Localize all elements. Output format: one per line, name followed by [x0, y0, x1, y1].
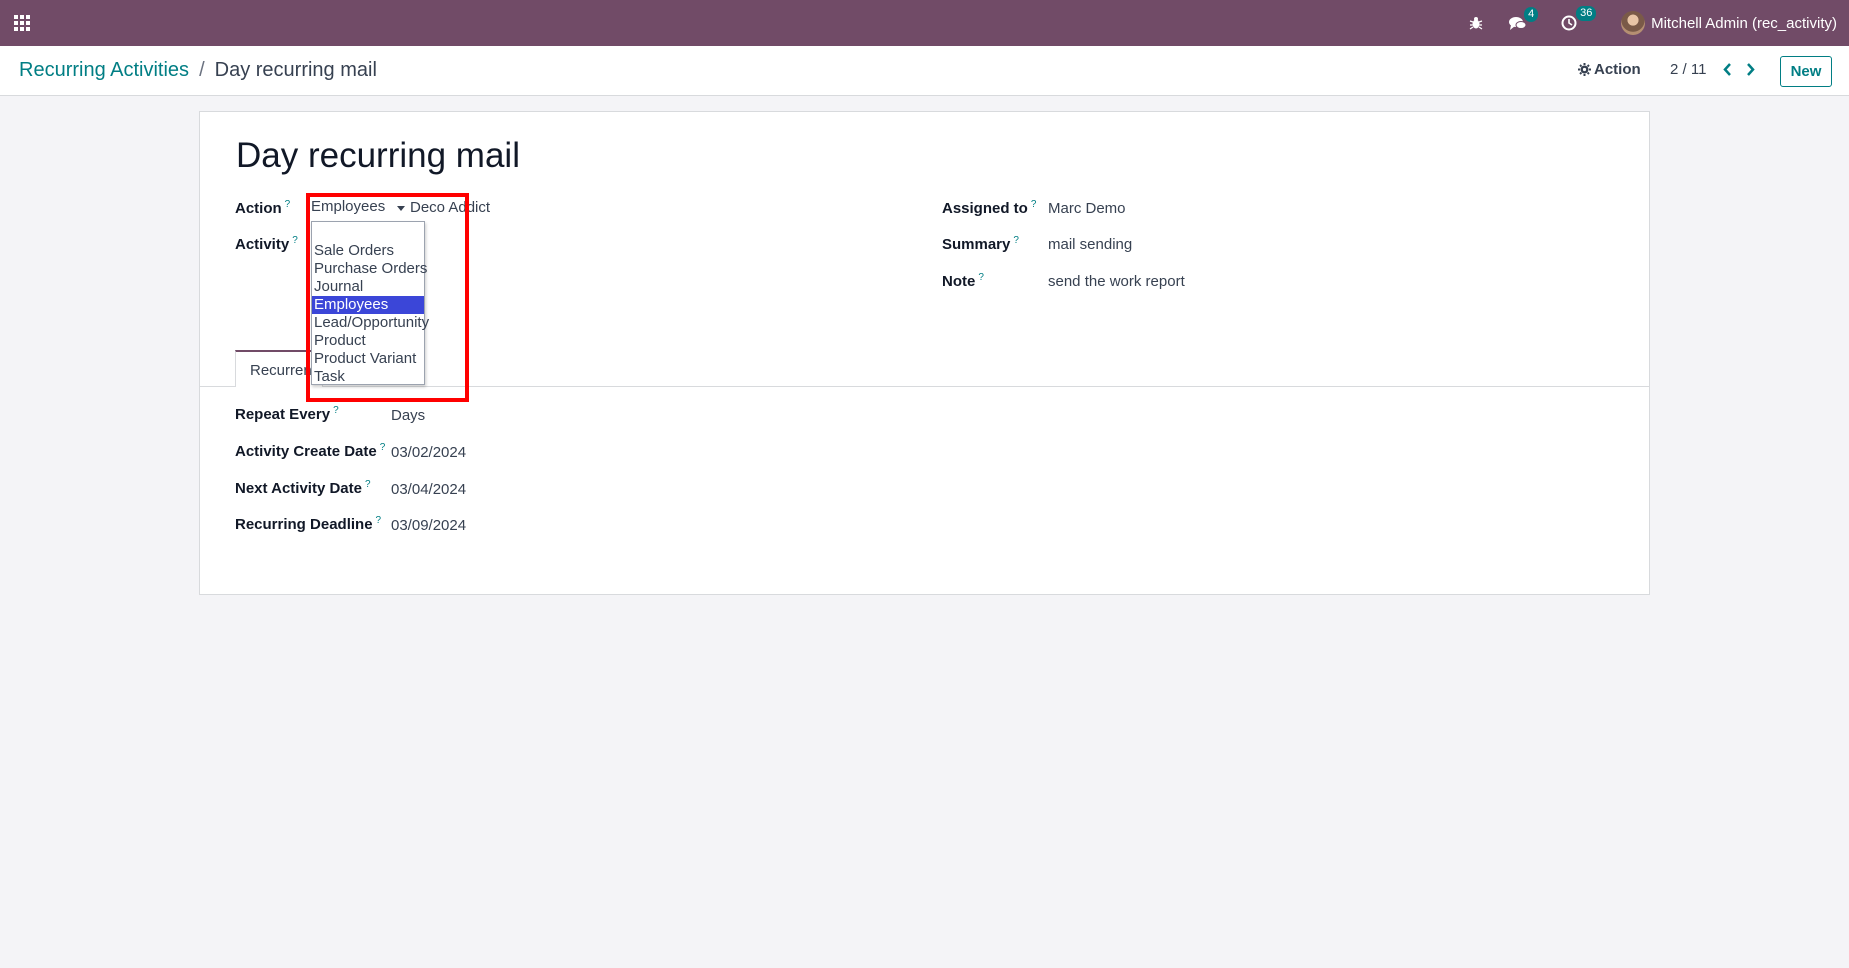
breadcrumb-separator: /	[199, 59, 205, 81]
dropdown-option[interactable]: Purchase Orders	[312, 260, 427, 278]
note-value[interactable]: send the work report	[1048, 273, 1185, 290]
next-activity-date-value[interactable]: 03/04/2024	[391, 481, 466, 498]
breadcrumb: Recurring Activities / Day recurring mai…	[19, 59, 377, 82]
dropdown-option[interactable]: Product Variant	[312, 350, 424, 368]
help-tooltip-icon[interactable]: ?	[380, 442, 386, 453]
assigned-to-value[interactable]: Marc Demo	[1048, 200, 1126, 217]
caret-down-icon	[397, 206, 405, 211]
breadcrumb-parent-link[interactable]: Recurring Activities	[19, 59, 189, 82]
action-menu-label: Action	[1594, 61, 1641, 78]
action-reference-input[interactable]: Deco Addict	[410, 199, 490, 216]
dropdown-option[interactable]: Employees	[312, 296, 424, 314]
control-panel: Recurring Activities / Day recurring mai…	[0, 46, 1849, 96]
note-label: Note?	[942, 272, 984, 290]
help-tooltip-icon[interactable]: ?	[376, 515, 382, 526]
next-activity-date-label: Next Activity Date?	[235, 479, 371, 497]
summary-value[interactable]: mail sending	[1048, 236, 1132, 253]
dropdown-option[interactable]: Product	[312, 332, 424, 350]
new-record-button[interactable]: New	[1780, 56, 1832, 87]
activity-field-label: Activity?	[235, 235, 298, 253]
action-model-select[interactable]: Employees	[311, 198, 405, 222]
navbar-systray: 4 36 Mitchell Admin (rec_activity)	[1443, 0, 1837, 46]
dropdown-option[interactable]: Journal	[312, 278, 424, 296]
tab-divider	[200, 386, 1649, 387]
activities-clock-icon[interactable]: 36	[1561, 6, 1597, 31]
messages-chat-icon[interactable]: 4	[1509, 6, 1539, 31]
user-name: Mitchell Admin (rec_activity)	[1651, 14, 1837, 32]
gear-icon	[1578, 63, 1591, 76]
dropdown-option[interactable]: Task	[312, 368, 424, 386]
recurring-deadline-label: Recurring Deadline?	[235, 515, 382, 533]
help-tooltip-icon[interactable]: ?	[1013, 235, 1019, 246]
help-tooltip-icon[interactable]: ?	[365, 479, 371, 490]
activity-create-date-value[interactable]: 03/02/2024	[391, 444, 466, 461]
summary-label: Summary?	[942, 235, 1019, 253]
user-menu[interactable]: Mitchell Admin (rec_activity)	[1621, 11, 1837, 35]
top-navbar: 4 36 Mitchell Admin (rec_activity)	[0, 0, 1849, 46]
action-menu-button[interactable]: Action	[1578, 61, 1641, 78]
dropdown-option[interactable]: Sale Orders	[312, 242, 424, 260]
breadcrumb-current: Day recurring mail	[214, 59, 377, 81]
repeat-every-value[interactable]: Days	[391, 407, 425, 424]
messages-count-badge: 4	[1524, 6, 1539, 22]
action-field-label: Action?	[235, 199, 291, 217]
repeat-every-label: Repeat Every?	[235, 405, 339, 423]
pager-next-button[interactable]	[1741, 58, 1759, 80]
activities-count-badge: 36	[1576, 6, 1597, 21]
chevron-left-icon	[1722, 62, 1731, 76]
pager-previous-button[interactable]	[1718, 58, 1736, 80]
activity-create-date-label: Activity Create Date?	[235, 442, 386, 460]
action-model-dropdown: Sale Orders Purchase Orders Journal Empl…	[311, 221, 429, 386]
help-tooltip-icon[interactable]: ?	[978, 272, 984, 283]
apps-menu-icon[interactable]	[14, 15, 30, 31]
assigned-to-label: Assigned to?	[942, 199, 1037, 217]
help-tooltip-icon[interactable]: ?	[285, 199, 291, 210]
debug-bug-icon[interactable]	[1469, 16, 1483, 30]
dropdown-option[interactable]: Lead/Opportunity	[312, 314, 429, 332]
chevron-right-icon	[1746, 62, 1755, 76]
avatar	[1621, 11, 1646, 35]
action-model-value: Employees	[311, 198, 386, 215]
help-tooltip-icon[interactable]: ?	[292, 235, 298, 246]
help-tooltip-icon[interactable]: ?	[1031, 199, 1037, 210]
recurring-deadline-value[interactable]: 03/09/2024	[391, 517, 466, 534]
tab-recurrence[interactable]: Recurrence	[235, 350, 323, 387]
help-tooltip-icon[interactable]: ?	[333, 405, 339, 416]
record-title: Day recurring mail	[236, 136, 520, 175]
pager-value[interactable]: 2 / 11	[1670, 61, 1706, 78]
